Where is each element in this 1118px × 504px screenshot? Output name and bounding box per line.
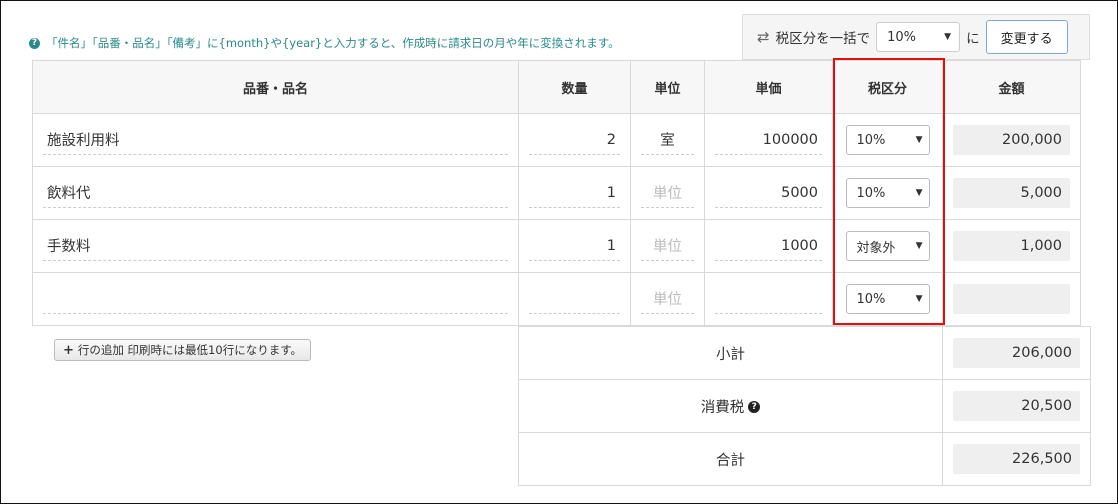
unit-price-input[interactable]: 100000 — [715, 125, 822, 155]
quantity-input[interactable] — [529, 284, 620, 314]
help-icon: ? — [29, 37, 40, 49]
total-row: 合計 226,500 — [518, 432, 1091, 486]
caret-down-icon: ▼ — [915, 241, 923, 251]
subtotal-value: 206,000 — [953, 338, 1080, 368]
help-icon[interactable]: ? — [748, 400, 761, 413]
total-label: 合計 — [518, 432, 943, 486]
unit-input[interactable]: 単位 — [641, 178, 694, 208]
quantity-input[interactable]: 1 — [529, 231, 620, 261]
tax-category-select[interactable]: 10% ▼ — [845, 284, 930, 314]
item-name-input[interactable]: 手数料 — [43, 231, 508, 261]
caret-down-icon: ▼ — [944, 32, 952, 42]
amount-value: 5,000 — [953, 178, 1070, 208]
tax-category-value: 対象外 — [856, 240, 896, 256]
swap-arrows-icon: ⇄ — [757, 28, 770, 46]
hint-text: 「件名」「品番・品名」「備考」に{month}や{year}と入力すると、作成時… — [46, 36, 620, 50]
col-header-unit: 単位 — [630, 60, 705, 114]
col-header-tax: 税区分 — [832, 60, 943, 114]
unit-price-input[interactable]: 5000 — [715, 178, 822, 208]
caret-down-icon: ▼ — [915, 294, 923, 304]
unit-price-input[interactable]: 1000 — [715, 231, 822, 261]
bulk-tax-selected: 10% — [887, 29, 916, 45]
caret-down-icon: ▼ — [915, 188, 923, 198]
template-variable-hint: ? 「件名」「品番・品名」「備考」に{month}や{year}と入力すると、作… — [29, 35, 620, 51]
table-row: 手数料 1 単位 1000 対象外 ▼ 1,000 — [32, 219, 1081, 273]
subtotal-row: 小計 206,000 — [518, 326, 1091, 380]
amount-value: 1,000 — [953, 231, 1070, 261]
amount-value: 200,000 — [953, 125, 1070, 155]
unit-input[interactable]: 単位 — [641, 284, 694, 314]
add-row-label: 行の追加 印刷時には最低10行になります。 — [77, 343, 303, 357]
bulk-tax-change-panel: ⇄ 税区分を一括で 10% ▼ に 変更する — [742, 14, 1090, 60]
totals-table: 小計 206,000 消費税? 20,500 合計 226,500 — [518, 326, 1091, 486]
col-header-amount: 金額 — [942, 60, 1081, 114]
tax-value: 20,500 — [953, 391, 1080, 421]
table-row: 単位 10% ▼ — [32, 272, 1081, 326]
tax-label: 消費税 — [700, 399, 745, 416]
col-header-price: 単価 — [704, 60, 833, 114]
amount-value — [953, 284, 1070, 314]
quantity-input[interactable]: 2 — [529, 125, 620, 155]
unit-input[interactable]: 単位 — [641, 231, 694, 261]
item-name-input[interactable]: 施設利用料 — [43, 125, 508, 155]
item-name-input[interactable] — [43, 284, 508, 314]
quantity-input[interactable]: 1 — [529, 178, 620, 208]
tax-category-value: 10% — [856, 185, 886, 201]
table-row: 施設利用料 2 室 100000 10% ▼ 200,000 — [32, 113, 1081, 167]
tax-row: 消費税? 20,500 — [518, 379, 1091, 433]
col-header-qty: 数量 — [518, 60, 631, 114]
table-header-row: 品番・品名 数量 単位 単価 税区分 金額 — [32, 60, 1081, 114]
tax-category-select[interactable]: 10% ▼ — [845, 125, 930, 155]
line-items-table: 品番・品名 数量 単位 単価 税区分 金額 施設利用料 2 室 100000 1… — [32, 60, 1081, 326]
tax-category-select[interactable]: 10% ▼ — [845, 178, 930, 208]
tax-category-select[interactable]: 対象外 ▼ — [845, 231, 930, 261]
bulk-tax-suffix: に — [966, 31, 980, 47]
plus-icon: + — [63, 342, 74, 358]
item-name-input[interactable]: 飲料代 — [43, 178, 508, 208]
unit-input[interactable]: 室 — [641, 125, 694, 155]
total-value: 226,500 — [953, 444, 1080, 474]
caret-down-icon: ▼ — [915, 135, 923, 145]
table-row: 飲料代 1 単位 5000 10% ▼ 5,000 — [32, 166, 1081, 220]
add-row-button[interactable]: + 行の追加 印刷時には最低10行になります。 — [54, 339, 312, 361]
bulk-tax-label: 税区分を一括で — [775, 31, 871, 47]
bulk-change-button[interactable]: 変更する — [985, 20, 1068, 54]
bulk-tax-select[interactable]: 10% ▼ — [876, 22, 961, 52]
col-header-name: 品番・品名 — [32, 60, 519, 114]
tax-category-value: 10% — [856, 291, 886, 307]
tax-category-value: 10% — [856, 132, 886, 148]
subtotal-label: 小計 — [518, 326, 943, 380]
unit-price-input[interactable] — [715, 284, 822, 314]
